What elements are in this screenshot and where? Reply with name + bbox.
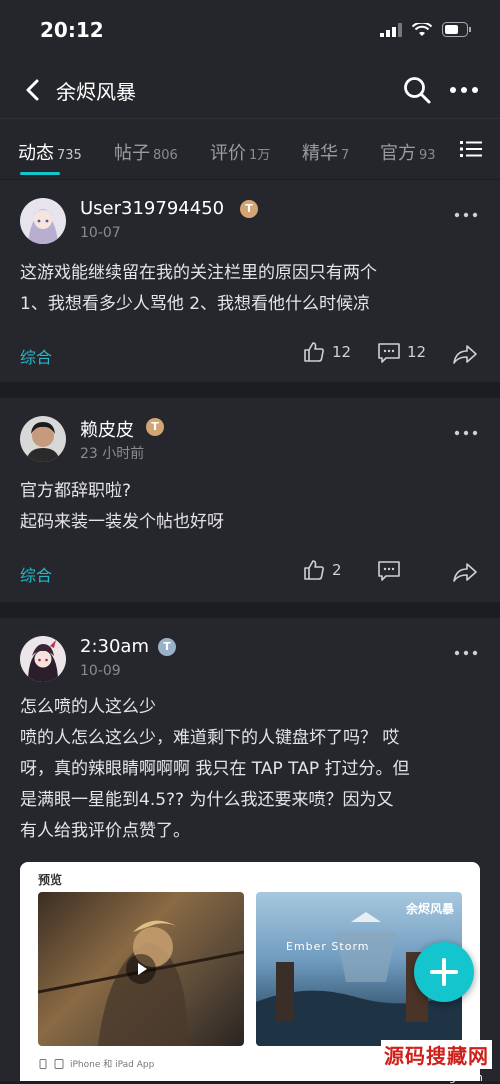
play-icon [138,963,147,975]
tab-jinghua[interactable]: 精华 7 [302,139,349,165]
tab-label: 评价 [210,143,246,164]
post-date: 23 小时前 [80,446,145,462]
user-badge: T [158,638,176,656]
page-title: 余烬风暴 [56,80,136,104]
signal-icon [380,22,402,37]
tab-bar: 动态 735 帖子 806 评价 1万 精华 7 官方 93 [0,118,500,179]
comment-button[interactable]: 12 [377,340,426,364]
preview-label: 预览 [38,873,63,887]
post-date: 10-09 [80,663,121,679]
user-avatar-anime-icon [20,636,66,682]
post-line: 喷的人怎么这么少，难道剩下的人键盘坏了吗？ 哎 [20,728,400,748]
phone-icon [39,1058,47,1069]
tab-label: 精华 [302,143,338,164]
like-count: 12 [332,343,352,361]
user-avatar-photo-icon [20,416,66,462]
post-line: 有人给我评价点赞了。 [20,821,190,841]
tab-count: 93 [419,148,436,163]
comment-count: 12 [407,343,427,361]
device-compat: iPhone 和 iPad App [38,1057,154,1070]
menu-icon[interactable] [460,139,482,159]
tab-dongtai[interactable]: 动态 735 [18,139,82,165]
tab-guanfang[interactable]: 官方 93 [380,139,436,165]
comment-button[interactable] [377,558,401,582]
status-bar: 20:12 [0,0,500,62]
username[interactable]: User319794450 [80,198,224,219]
post-body: 这游戏能继续留在我的关注栏里的原因只有两个 1、我想看多少人骂他 2、我想看他什… [20,258,480,320]
post-line: 起码来装一装发个帖也好呀 [20,512,224,532]
share-icon[interactable] [452,560,478,584]
device-label: iPhone 和 iPad App [70,1060,155,1070]
like-count: 2 [332,561,342,579]
post-body: 怎么喷的人这么少 喷的人怎么这么少，难道剩下的人键盘坏了吗？ 哎 呀，真的辣眼睛… [20,692,480,847]
search-icon[interactable] [402,75,432,105]
avatar[interactable] [20,198,66,244]
comment-icon [378,561,400,581]
post-tag[interactable]: 综合 [20,562,52,586]
share-icon[interactable] [452,342,478,366]
avatar[interactable] [20,416,66,462]
new-post-button[interactable] [414,942,474,1002]
username[interactable]: 2:30am [80,636,149,657]
game-logo: 余烬风暴 [405,902,454,916]
tab-count: 7 [341,148,350,163]
user-avatar-anime-icon [20,198,66,244]
post-more-icon[interactable] [454,212,478,218]
post-card[interactable]: User319794450 T 10-07 这游戏能继续留在我的关注栏里的原因只… [0,180,500,382]
post-date: 10-07 [80,225,121,241]
app-header: 余烬风暴 [0,62,500,118]
plus-icon [430,958,458,986]
active-tab-indicator [20,172,60,175]
tab-count: 1万 [249,148,271,163]
post-line: 怎么喷的人这么少 [20,697,156,717]
post-line: 呀，真的辣眼睛啊啊啊 我只在 TAP TAP 打过分。但 [20,759,410,779]
post-line: 1、我想看多少人骂他 2、我想看他什么时候凉 [20,294,371,314]
post-line: 是满眼一星能到4.5?? 为什么我还要来喷？因为又 [20,790,394,810]
tab-count: 735 [57,148,82,163]
post-more-icon[interactable] [454,430,478,436]
tab-pingjia[interactable]: 评价 1万 [210,139,270,165]
post-line: 官方都辞职啦? [20,481,132,501]
like-icon [304,342,324,362]
watermark-main: 源码搜藏网 [381,1040,492,1069]
user-badge: T [146,418,164,436]
battery-icon [442,22,471,37]
tab-label: 帖子 [114,143,150,164]
tab-label: 官方 [380,143,416,164]
back-arrow-icon[interactable] [20,76,48,104]
tab-tiezi[interactable]: 帖子 806 [114,139,178,165]
comment-icon [378,343,400,363]
preview-banner-text: Ember Storm [286,940,370,953]
user-badge: T [240,200,258,218]
like-button[interactable]: 2 [302,558,342,582]
post-body: 官方都辞职啦? 起码来装一装发个帖也好呀 [20,476,480,538]
post-tag[interactable]: 综合 [20,344,52,368]
watermark: 源码搜藏网 codesocang.com [381,1040,492,1084]
watermark-sub: codesocang.com [390,1071,483,1084]
tab-count: 806 [153,148,178,163]
avatar[interactable] [20,636,66,682]
preview-video-thumbnail[interactable] [38,892,244,1046]
wifi-icon [412,22,432,36]
post-card[interactable]: 赖皮皮 T 23 小时前 官方都辞职啦? 起码来装一装发个帖也好呀 综合 2 [0,398,500,602]
status-time: 20:12 [40,18,104,42]
like-button[interactable]: 12 [302,340,351,364]
play-button[interactable] [126,954,156,984]
post-line: 这游戏能继续留在我的关注栏里的原因只有两个 [20,263,377,283]
tab-label: 动态 [18,143,54,164]
more-icon[interactable] [448,76,480,104]
status-icons [380,22,472,37]
username[interactable]: 赖皮皮 [80,416,134,442]
tablet-icon [54,1058,64,1069]
like-icon [304,560,324,580]
post-more-icon[interactable] [454,650,478,656]
